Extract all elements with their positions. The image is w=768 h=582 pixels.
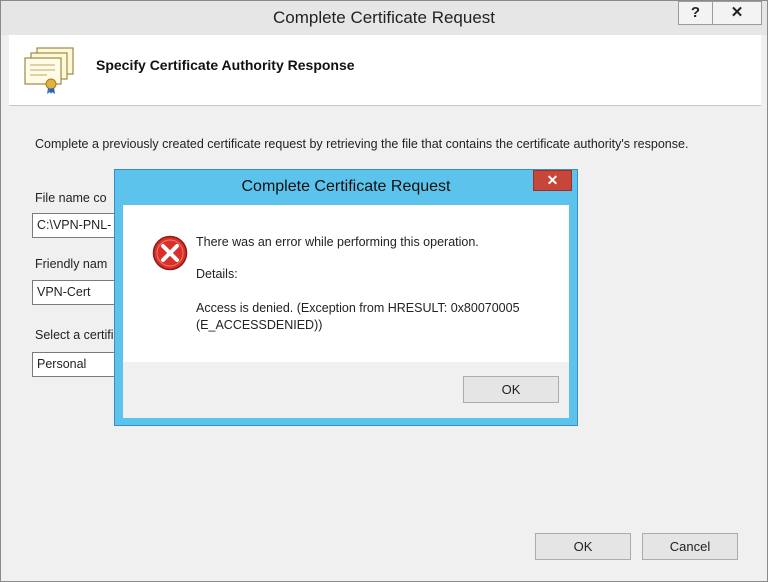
error-icon xyxy=(152,235,188,271)
friendly-name-label: Friendly nam xyxy=(35,257,108,271)
window-title: Complete Certificate Request xyxy=(272,8,496,27)
dialog-close-button[interactable]: ✕ xyxy=(533,170,572,191)
certificate-icon xyxy=(24,47,74,94)
title-bar: Complete Certificate Request ? ✕ xyxy=(1,1,767,35)
details-line-1: Access is denied. (Exception from HRESUL… xyxy=(196,301,520,315)
wizard-header: Specify Certificate Authority Response xyxy=(9,35,761,106)
dialog-ok-button[interactable]: OK xyxy=(463,376,559,403)
dialog-body: There was an error while performing this… xyxy=(123,205,569,418)
close-button[interactable]: ✕ xyxy=(712,1,762,25)
file-name-label: File name co xyxy=(35,191,107,205)
ok-button[interactable]: OK xyxy=(535,533,631,560)
help-button[interactable]: ? xyxy=(678,1,713,25)
details-line-2: (E_ACCESSDENIED)) xyxy=(196,318,323,332)
cancel-button[interactable]: Cancel xyxy=(642,533,738,560)
description-text: Complete a previously created certificat… xyxy=(35,137,689,151)
certificate-store-label: Select a certifi xyxy=(35,328,114,342)
page-title: Specify Certificate Authority Response xyxy=(96,57,355,73)
details-label: Details: xyxy=(196,267,238,281)
dialog-title: Complete Certificate Request xyxy=(241,178,451,195)
main-window: Complete Certificate Request ? ✕ Specify… xyxy=(0,0,768,582)
error-dialog: Complete Certificate Request ✕ There was… xyxy=(114,169,578,426)
error-message: There was an error while performing this… xyxy=(196,235,479,249)
